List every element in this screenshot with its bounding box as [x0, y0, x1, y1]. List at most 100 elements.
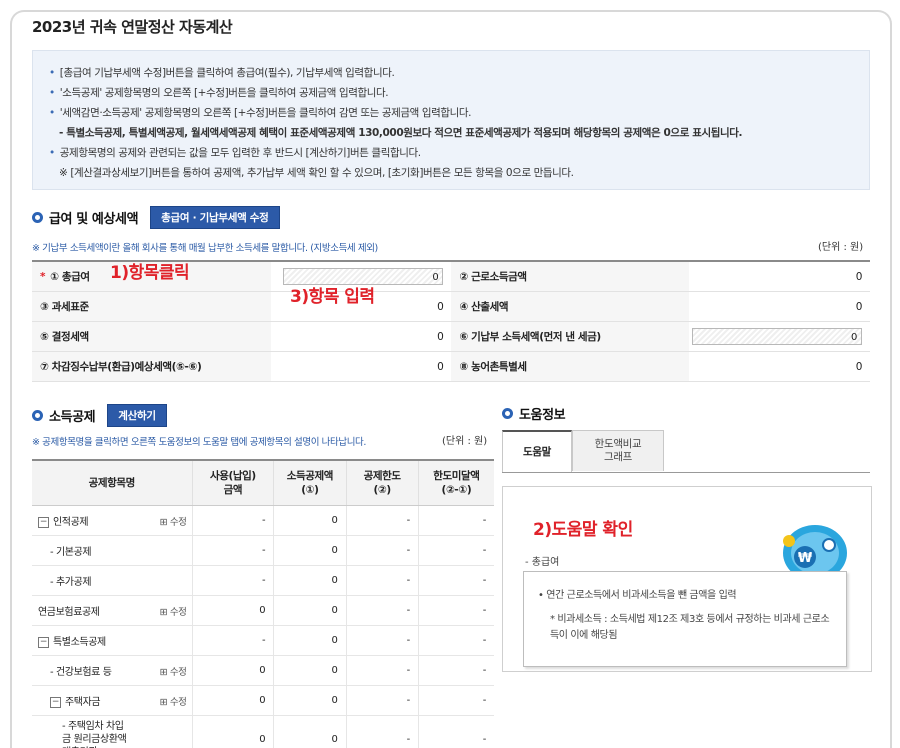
tab-help[interactable]: 도움말: [502, 430, 572, 472]
notice-line: ※ [계산결과상세보기]버튼을 통하여 공제액, 추가납부 세액 확인 할 수 …: [49, 163, 869, 183]
deduction-unit: (단위 : 원): [442, 432, 487, 447]
cell-limit: -: [346, 506, 418, 536]
table-row: ③ 과세표준 0 ④ 산출세액 0: [32, 292, 870, 322]
cell-deduct: 0: [274, 506, 346, 536]
table-row: −주택자금⊞ 수정00--: [32, 686, 494, 716]
cell-limit: -: [346, 596, 418, 626]
table-row: ⑦ 차감징수납부(환급)예상세액(⑤-⑥) 0 ⑧ 농어촌특별세 0: [32, 352, 870, 382]
deduction-table: 공제항목명 사용(납입) 금액 소득공제액 (①) 공제한도 (②) 한도미달액…: [32, 459, 494, 748]
section-bullet-icon: [502, 408, 513, 419]
col-header-paid: 사용(납입) 금액: [192, 460, 274, 506]
deduction-item-label[interactable]: 인적공제: [53, 517, 88, 528]
collapse-icon[interactable]: −: [50, 697, 61, 708]
deduction-note: ※ 공제항목명을 클릭하면 오른쪽 도움정보의 도움말 탭에 공제항목의 설명이…: [32, 434, 366, 448]
cell-limit: -: [346, 656, 418, 686]
cell-paid: 0: [192, 716, 274, 748]
calculated-tax-label: ④ 산출세액: [451, 292, 689, 322]
help-line: * 비과세소득 : 소득세법 제12조 제3호 등에서 규정하는 비과세 근로소…: [550, 612, 838, 644]
cell-over: -: [418, 506, 494, 536]
cell-paid: -: [192, 536, 274, 566]
table-row: 연금보험료공제⊞ 수정00--: [32, 596, 494, 626]
cell-limit: -: [346, 536, 418, 566]
deduction-item-2[interactable]: - 추가공제: [50, 573, 91, 588]
section-bullet-icon: [32, 212, 43, 223]
help-tabs: 도움말 한도액비교 그래프: [502, 430, 664, 472]
notice-box: [총급여 기납부세액 수정]버튼을 클릭하여 총급여(필수), 기납부세액 입력…: [32, 50, 870, 190]
cell-deduct: 0: [274, 686, 346, 716]
deduction-item-label[interactable]: 특별소득공제: [53, 637, 106, 648]
prepaid-tax-label[interactable]: ⑥ 기납부 소득세액(먼저 낸 세금): [451, 322, 689, 352]
deduction-item-label[interactable]: - 추가공제: [50, 577, 91, 588]
edit-salary-button[interactable]: 총급여 · 기납부세액 수정: [150, 206, 279, 229]
determined-tax-value: 0: [271, 322, 451, 352]
col-header-deduct: 소득공제액 (①): [274, 460, 346, 506]
determined-tax-label: ⑤ 결정세액: [32, 322, 271, 352]
cell-paid: -: [192, 566, 274, 596]
calculate-button[interactable]: 계산하기: [107, 404, 166, 427]
collapse-icon[interactable]: −: [38, 637, 49, 648]
edit-plus-button[interactable]: ⊞ 수정: [160, 604, 187, 618]
notice-line: '소득공제' 공제항목명의 오른쪽 [+수정]버튼을 클릭하여 공제금액 입력합…: [49, 83, 869, 103]
help-line: • 연간 근로소득에서 비과세소득을 뺀 금액을 입력: [538, 586, 838, 601]
cell-over: -: [418, 566, 494, 596]
cell-limit: -: [346, 716, 418, 748]
cell-paid: 0: [192, 656, 274, 686]
cell-deduct: 0: [274, 626, 346, 656]
notice-line: 공제항목명의 공제와 관련되는 값을 모두 입력한 후 반드시 [계산하기]버튼…: [49, 143, 869, 163]
deduction-item-1[interactable]: - 기본공제: [50, 543, 91, 558]
tab-limit-graph[interactable]: 한도액비교 그래프: [572, 430, 664, 471]
expected-tax-value: 0: [271, 352, 451, 382]
col-header-over: 한도미달액 (②-①): [418, 460, 494, 506]
table-row: - 기본공제-0--: [32, 536, 494, 566]
cell-paid: 0: [192, 596, 274, 626]
edit-plus-button[interactable]: ⊞ 수정: [160, 514, 187, 528]
notice-line: - 특별소득공제, 특별세액공제, 월세액세액공제 혜택이 표준세액공제액 13…: [49, 123, 869, 143]
cell-paid: 0: [192, 686, 274, 716]
cell-deduct: 0: [274, 536, 346, 566]
cell-over: -: [418, 536, 494, 566]
deduction-item-0[interactable]: −인적공제: [38, 513, 88, 528]
notice-line: '세액감면·소득공제' 공제항목명의 오른쪽 [+수정]버튼을 클릭하여 감면 …: [49, 103, 869, 123]
cell-over: -: [418, 686, 494, 716]
table-row: ⑤ 결정세액 0 ⑥ 기납부 소득세액(먼저 낸 세금) 0: [32, 322, 870, 352]
deduction-item-6[interactable]: −주택자금: [50, 693, 100, 708]
tab-divider: [502, 472, 870, 473]
table-row: - 추가공제-0--: [32, 566, 494, 596]
app-window: 2023년 귀속 연말정산 자동계산 [총급여 기납부세액 수정]버튼을 클릭하…: [10, 10, 892, 748]
cell-limit: -: [346, 626, 418, 656]
annotation-enter-item: 3)항목 입력: [290, 282, 375, 307]
deduction-item-5[interactable]: - 건강보험료 등: [50, 663, 112, 678]
table-row: −특별소득공제-0--: [32, 626, 494, 656]
deduction-item-label[interactable]: 주택자금: [65, 697, 100, 708]
annotation-check-help: 2)도움말 확인: [533, 515, 633, 540]
deduction-item-7[interactable]: - 주택임차 차입금 원리금상환액 대출기관: [62, 720, 132, 748]
cell-over: -: [418, 716, 494, 748]
notice-line: [총급여 기납부세액 수정]버튼을 클릭하여 총급여(필수), 기납부세액 입력…: [49, 63, 869, 83]
help-section-title: 도움정보: [502, 404, 565, 423]
cell-paid: -: [192, 506, 274, 536]
edit-plus-button[interactable]: ⊞ 수정: [160, 664, 187, 678]
deduction-item-3[interactable]: 연금보험료공제: [38, 603, 100, 618]
collapse-icon[interactable]: −: [38, 517, 49, 528]
cell-deduct: 0: [274, 716, 346, 748]
prepaid-tax-input[interactable]: 0: [692, 328, 862, 345]
deduction-item-label[interactable]: - 주택임차 차입금 원리금상환액 대출기관: [62, 720, 132, 748]
edit-plus-button[interactable]: ⊞ 수정: [160, 694, 187, 708]
deduction-item-4[interactable]: −특별소득공제: [38, 633, 106, 648]
help-item-title: - 총급여: [525, 553, 559, 568]
earned-income-value: 0: [689, 261, 870, 292]
deduction-item-label[interactable]: - 기본공제: [50, 547, 91, 558]
salary-unit: (단위 : 원): [818, 238, 863, 253]
deduction-item-label[interactable]: 연금보험료공제: [38, 607, 100, 618]
earned-income-label: ② 근로소득금액: [451, 261, 689, 292]
deduction-item-label[interactable]: - 건강보험료 등: [50, 667, 112, 678]
expected-tax-label: ⑦ 차감징수납부(환급)예상세액(⑤-⑥): [32, 352, 271, 382]
table-header-row: 공제항목명 사용(납입) 금액 소득공제액 (①) 공제한도 (②) 한도미달액…: [32, 460, 494, 506]
rural-tax-label: ⑧ 농어촌특별세: [451, 352, 689, 382]
section-bullet-icon: [32, 410, 43, 421]
tax-base-label: ③ 과세표준: [32, 292, 271, 322]
page-title: 2023년 귀속 연말정산 자동계산: [32, 16, 232, 37]
deduction-section-title: 소득공제 계산하기: [32, 404, 167, 427]
table-row: - 주택임차 차입금 원리금상환액 대출기관00--: [32, 716, 494, 748]
cell-limit: -: [346, 686, 418, 716]
